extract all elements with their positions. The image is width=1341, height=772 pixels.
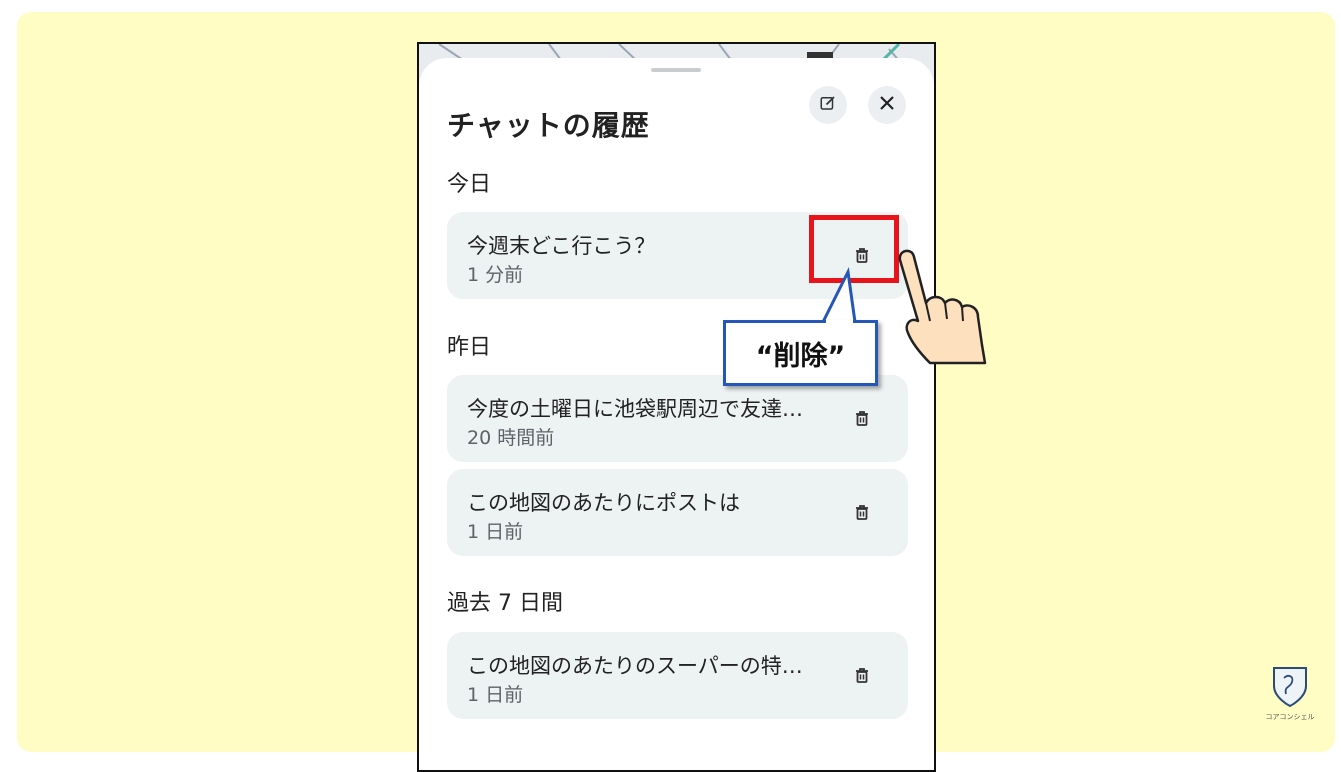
callout-pointer-cover [826,320,853,324]
pointing-hand-icon [890,245,990,369]
brand-name: コアコンシェル [1265,713,1315,721]
brand-logo: コアコンシェル [1255,660,1325,730]
